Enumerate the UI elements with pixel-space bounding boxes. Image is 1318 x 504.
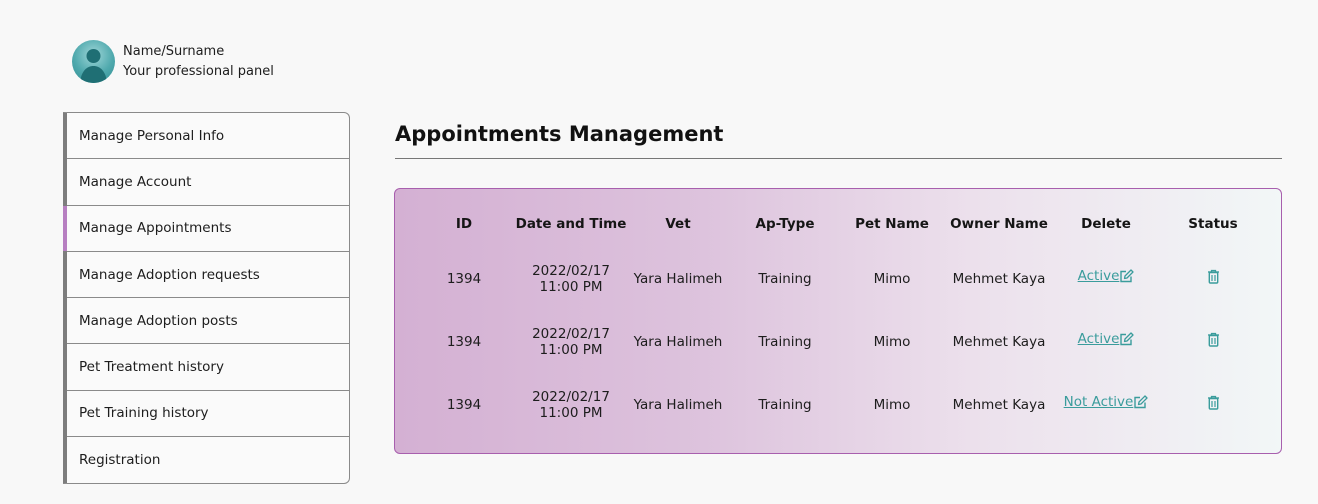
cell-date-time: 2022/02/17 11:00 PM <box>511 263 631 295</box>
trash-icon <box>1207 269 1219 284</box>
title-divider <box>395 158 1282 159</box>
profile-text: Name/Surname Your professional panel <box>123 42 274 82</box>
sidebar-item-training-history[interactable]: Pet Training history <box>67 391 349 438</box>
column-header-date-time: Date and Time <box>515 216 627 232</box>
cell-delete <box>1153 394 1273 410</box>
cell-vet: Yara Halimeh <box>633 271 723 287</box>
edit-icon <box>1120 269 1135 283</box>
cell-id: 1394 <box>446 334 482 350</box>
cell-id: 1394 <box>446 271 482 287</box>
user-silhouette-icon <box>80 49 107 83</box>
cell-owner-name: Mehmet Kaya <box>952 271 1046 287</box>
sidebar-item-treatment-history[interactable]: Pet Treatment history <box>67 344 349 391</box>
cell-time: 11:00 PM <box>539 405 603 421</box>
delete-button[interactable] <box>1207 394 1220 410</box>
cell-ap-type: Training <box>758 334 812 350</box>
sidebar-item-account[interactable]: Manage Account <box>67 159 349 206</box>
cell-date: 2022/02/17 <box>532 389 610 405</box>
profile-name: Name/Surname <box>123 43 225 59</box>
cell-pet-name: Mimo <box>873 397 911 413</box>
trash-icon <box>1207 332 1219 347</box>
sidebar-item-registration[interactable]: Registration <box>67 437 349 483</box>
edit-icon <box>1134 395 1148 409</box>
cell-delete <box>1153 268 1273 284</box>
column-header-pet-name: Pet Name <box>855 216 929 232</box>
delete-button[interactable] <box>1207 268 1220 284</box>
cell-date-time: 2022/02/17 11:00 PM <box>511 389 631 421</box>
cell-ap-type: Training <box>758 397 812 413</box>
status-label: Active <box>1077 331 1120 347</box>
cell-date: 2022/02/17 <box>532 326 610 342</box>
sidebar-item-personal-info[interactable]: Manage Personal Info <box>67 113 349 160</box>
avatar <box>72 40 115 83</box>
cell-vet: Yara Halimeh <box>633 334 723 350</box>
cell-time: 11:00 PM <box>539 342 603 358</box>
cell-pet-name: Mimo <box>873 334 911 350</box>
column-header-ap-type: Ap-Type <box>755 216 815 232</box>
column-header-status: Status <box>1188 216 1238 232</box>
column-header-owner-name: Owner Name <box>950 216 1048 232</box>
column-header-id: ID <box>455 216 473 232</box>
cell-vet: Yara Halimeh <box>633 397 723 413</box>
sidebar-item-adoption-posts[interactable]: Manage Adoption posts <box>67 298 349 345</box>
status-toggle-link[interactable]: Active <box>1078 268 1135 284</box>
sidebar-item-adoption-requests[interactable]: Manage Adoption requests <box>67 252 349 299</box>
sidebar-menu: Manage Personal Info Manage Account Mana… <box>63 112 350 485</box>
column-header-delete: Delete <box>1081 216 1131 232</box>
page: Name/Surname Your professional panel Man… <box>0 0 1318 504</box>
cell-status-toggle: Active <box>1046 331 1166 347</box>
status-toggle-link[interactable]: Active <box>1078 331 1135 347</box>
cell-id: 1394 <box>446 397 482 413</box>
sidebar-item-appointments[interactable]: Manage Appointments <box>63 205 349 252</box>
profile-header: Name/Surname Your professional panel <box>72 40 274 83</box>
profile-subtitle: Your professional panel <box>123 63 274 79</box>
cell-time: 11:00 PM <box>539 279 603 295</box>
delete-button[interactable] <box>1207 331 1220 347</box>
page-title: Appointments Management <box>395 122 724 146</box>
status-label: Not Active <box>1063 394 1134 410</box>
status-label: Active <box>1077 268 1120 284</box>
trash-icon <box>1207 395 1219 410</box>
cell-date-time: 2022/02/17 11:00 PM <box>511 326 631 358</box>
appointments-table: ID Date and Time Vet Ap-Type Pet Name Ow… <box>394 188 1282 454</box>
cell-owner-name: Mehmet Kaya <box>952 397 1046 413</box>
cell-ap-type: Training <box>758 271 812 287</box>
cell-owner-name: Mehmet Kaya <box>952 334 1046 350</box>
cell-delete <box>1153 331 1273 347</box>
cell-status-toggle: Not Active <box>1046 394 1166 410</box>
cell-pet-name: Mimo <box>873 271 911 287</box>
status-toggle-link[interactable]: Not Active <box>1064 394 1149 410</box>
column-header-vet: Vet <box>665 216 691 232</box>
edit-icon <box>1120 332 1135 346</box>
cell-status-toggle: Active <box>1046 268 1166 284</box>
cell-date: 2022/02/17 <box>532 263 610 279</box>
